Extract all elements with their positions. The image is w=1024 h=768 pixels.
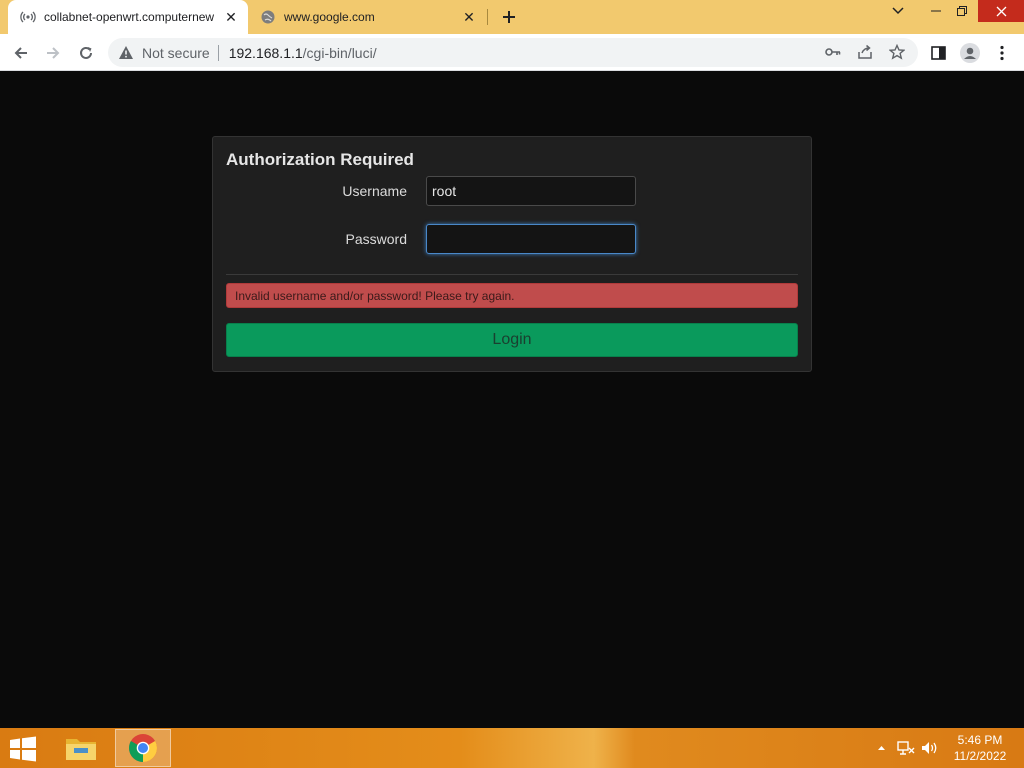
volume-tray-button[interactable]	[920, 738, 940, 758]
start-button[interactable]	[6, 734, 40, 764]
browser-tab-strip: collabnet-openwrt.computernew ✕ www.goog…	[0, 0, 1024, 34]
warning-icon[interactable]	[118, 45, 134, 61]
close-icon[interactable]: ✕	[460, 8, 478, 26]
key-icon	[825, 48, 841, 56]
back-button[interactable]	[8, 40, 34, 66]
password-input[interactable]	[426, 224, 636, 254]
avatar-icon	[960, 43, 980, 63]
panel-title: Authorization Required	[226, 150, 414, 169]
clock-time: 5:46 PM	[957, 733, 1003, 747]
username-input[interactable]	[426, 176, 636, 206]
password-key-button[interactable]	[821, 40, 845, 64]
radio-signal-icon	[20, 9, 36, 25]
file-explorer-icon	[66, 739, 96, 760]
error-message: Invalid username and/or password! Please…	[226, 283, 798, 308]
password-label: Password	[345, 231, 407, 247]
browser-toolbar: Not secure 192.168.1.1/cgi-bin/luci/	[0, 34, 1024, 71]
profile-button[interactable]	[957, 40, 983, 66]
windows-logo-icon	[10, 736, 36, 762]
bookmark-button[interactable]	[885, 40, 909, 64]
tab-title: collabnet-openwrt.computernew	[44, 10, 215, 24]
globe-icon	[260, 9, 276, 25]
taskbar-clock[interactable]: 5:46 PM 11/2/2022	[944, 732, 1016, 764]
taskbar-chrome[interactable]	[115, 729, 171, 767]
login-panel: Authorization Required Username Password…	[212, 136, 812, 372]
share-icon	[858, 44, 872, 59]
close-icon	[996, 6, 1006, 16]
more-vertical-icon	[1000, 45, 1004, 61]
side-panel-button[interactable]	[925, 40, 951, 66]
network-tray-button[interactable]	[896, 738, 916, 758]
page-content: Authorization Required Username Password…	[0, 71, 1024, 728]
login-button[interactable]: Login	[226, 323, 798, 357]
close-icon[interactable]: ✕	[222, 8, 240, 26]
chevron-down-icon	[892, 7, 904, 15]
forward-button[interactable]	[40, 40, 66, 66]
show-hidden-icons-button[interactable]	[874, 738, 888, 758]
tab-google[interactable]: www.google.com ✕	[250, 0, 486, 34]
arrow-right-icon	[47, 47, 60, 59]
reload-button[interactable]	[73, 40, 99, 66]
url-path: /cgi-bin/luci/	[302, 44, 377, 61]
window-close-button[interactable]	[978, 0, 1024, 22]
arrow-left-icon	[14, 47, 27, 59]
network-icon	[897, 741, 915, 755]
security-status[interactable]: Not secure	[142, 45, 210, 61]
address-bar[interactable]: Not secure 192.168.1.1/cgi-bin/luci/	[108, 38, 918, 67]
url-host: 192.168.1.1	[228, 44, 303, 61]
star-icon	[889, 44, 905, 60]
plus-icon	[503, 11, 515, 23]
share-button[interactable]	[853, 40, 877, 64]
tab-openwrt[interactable]: collabnet-openwrt.computernew ✕	[8, 0, 248, 34]
restore-icon	[957, 6, 967, 16]
menu-button[interactable]	[989, 40, 1015, 66]
windows-taskbar: 5:46 PM 11/2/2022	[0, 728, 1024, 768]
divider	[226, 274, 798, 275]
chrome-icon	[129, 734, 157, 762]
url-text[interactable]: 192.168.1.1/cgi-bin/luci/	[229, 45, 377, 61]
chevron-up-icon	[877, 746, 885, 750]
tab-search-button[interactable]	[882, 0, 914, 22]
clock-date: 11/2/2022	[953, 749, 1007, 763]
reload-icon	[80, 46, 92, 59]
username-label: Username	[342, 183, 407, 199]
speaker-icon	[922, 742, 937, 754]
minimize-icon	[931, 10, 941, 12]
omnibox-divider	[217, 44, 219, 61]
tab-title: www.google.com	[284, 10, 375, 24]
taskbar-file-explorer[interactable]	[53, 729, 109, 767]
restore-button[interactable]	[946, 0, 978, 22]
tab-divider	[487, 9, 488, 25]
new-tab-button[interactable]	[498, 6, 520, 28]
side-panel-icon	[930, 46, 946, 60]
